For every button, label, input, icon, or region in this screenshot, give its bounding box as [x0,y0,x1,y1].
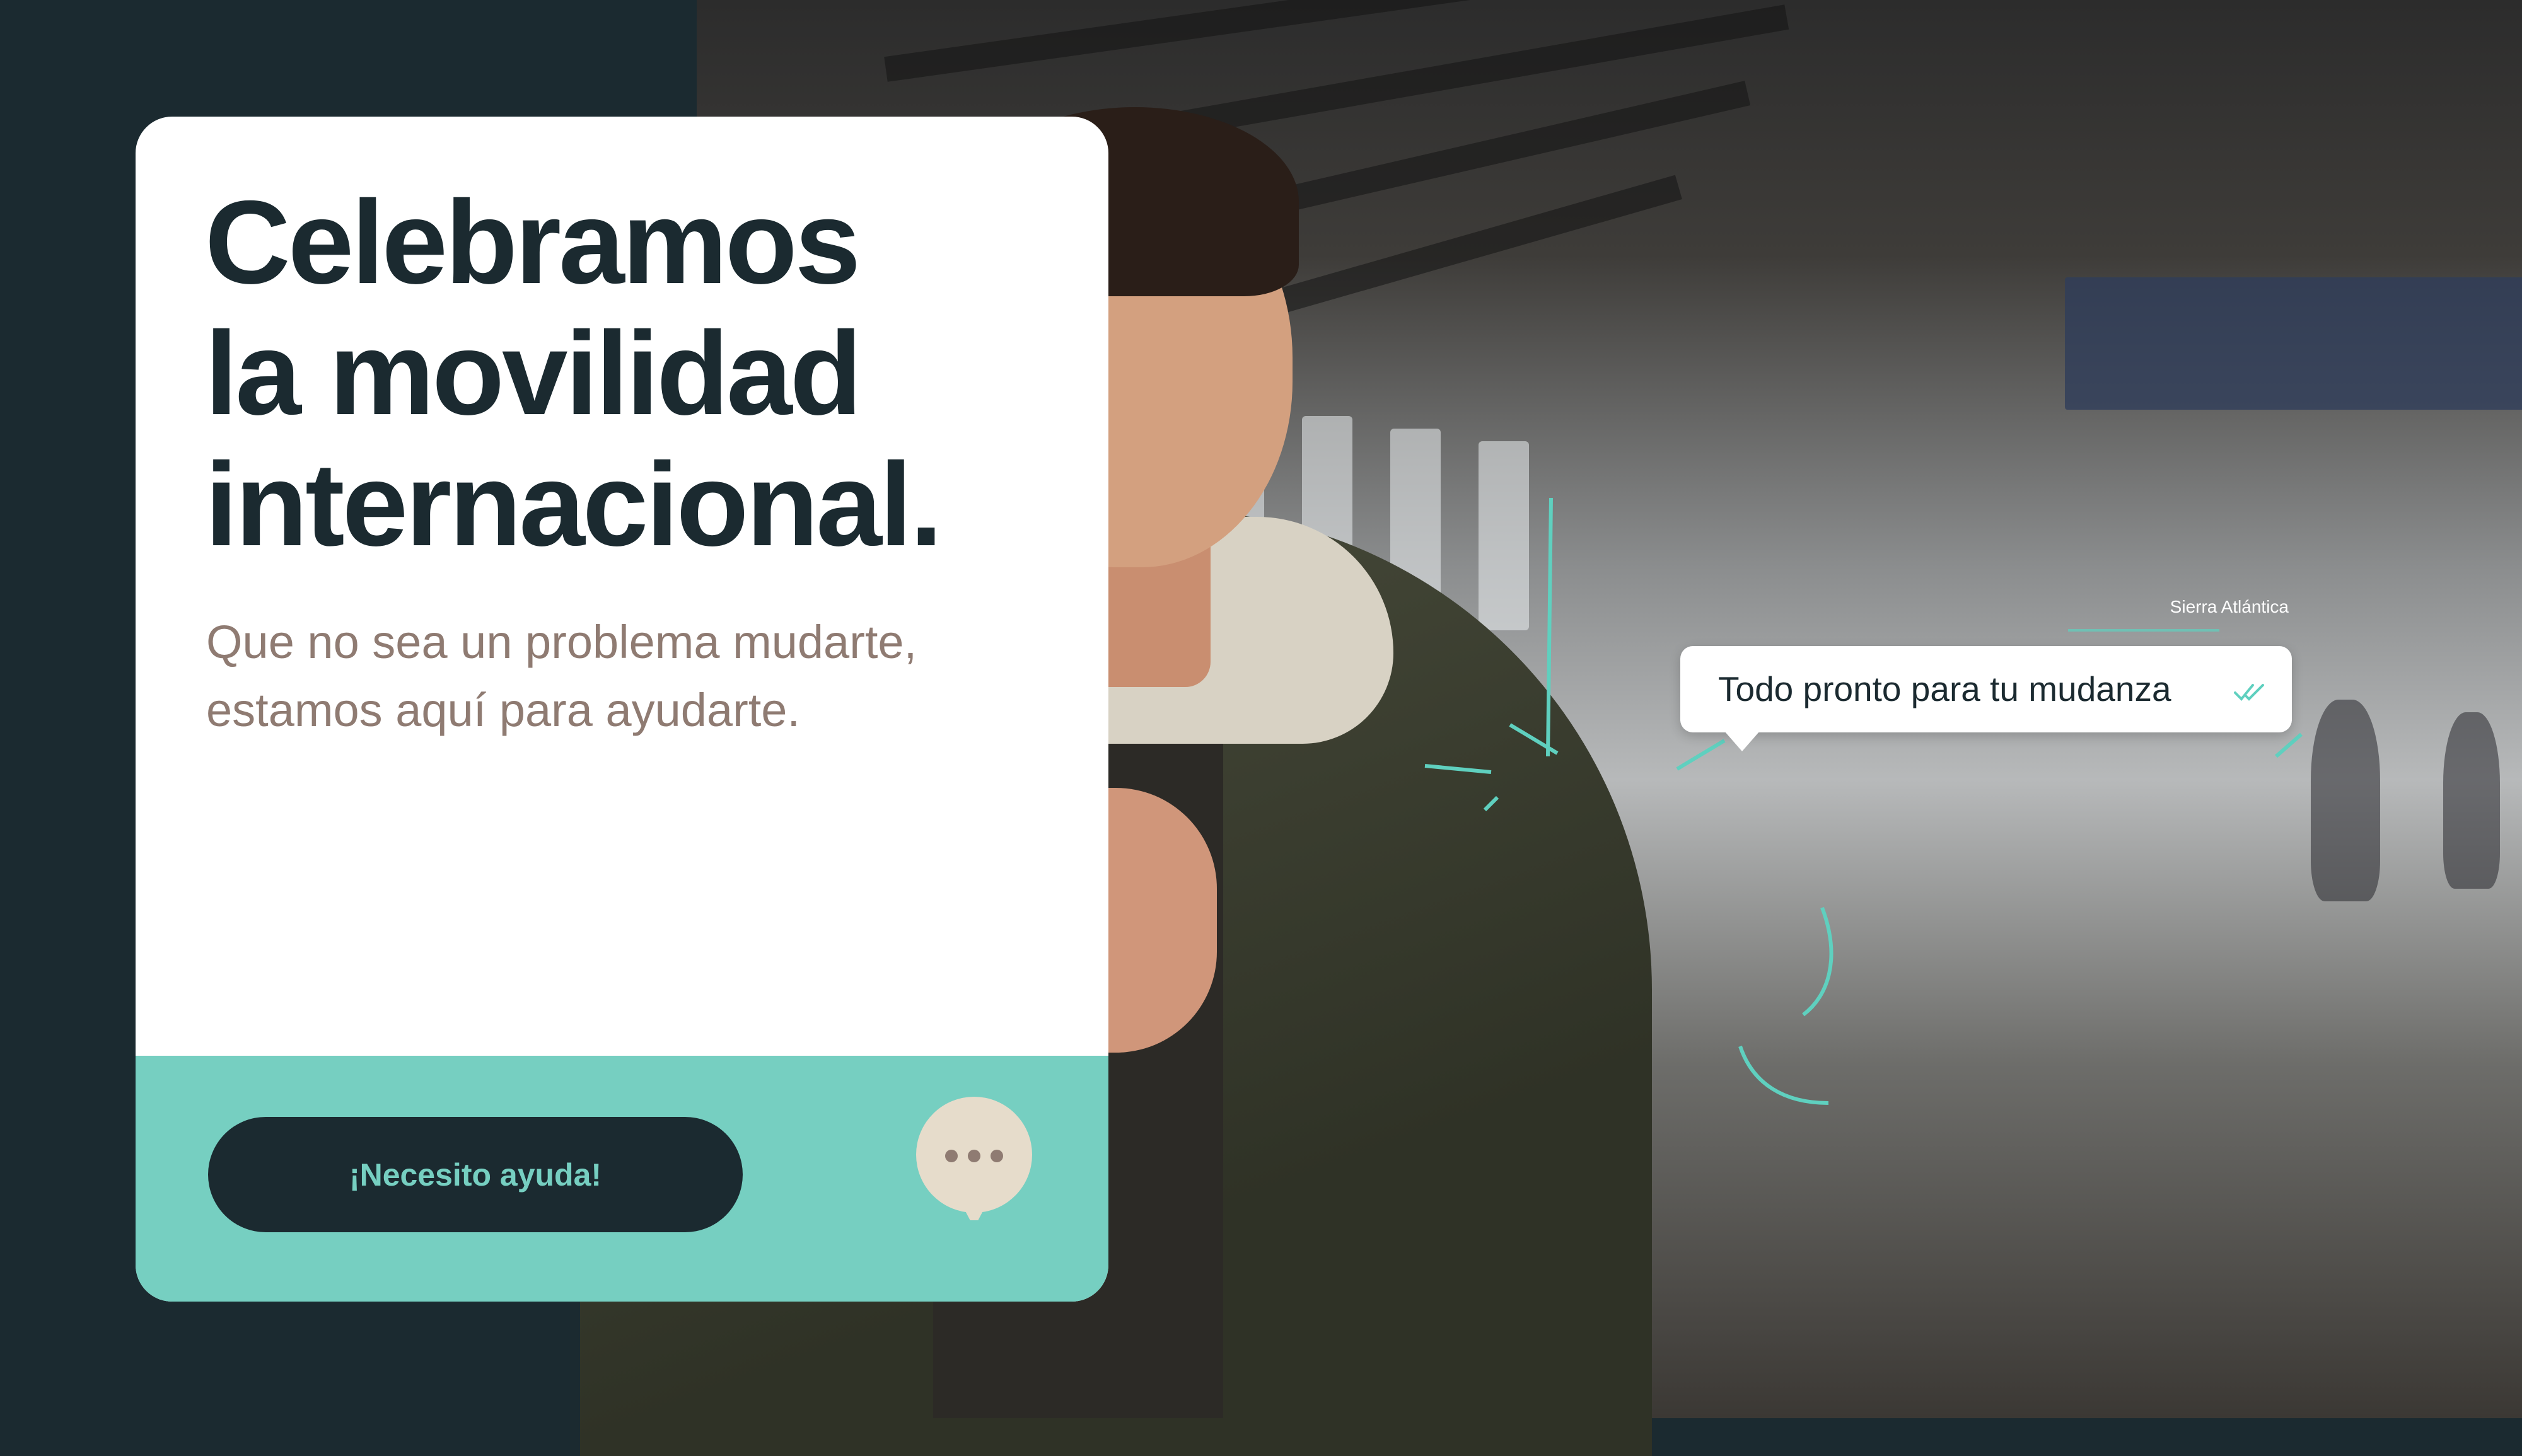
chat-message-bubble: Todo pronto para tu mudanza [1680,646,2292,751]
chat-message-text: Todo pronto para tu mudanza [1718,669,2171,708]
station-sign [2065,277,2522,410]
chat-sender-name: Sierra Atlántica [2170,597,2289,616]
hero-card: Celebramos la movilidad internacional. Q… [136,117,1108,1302]
headline-line-2: la movilidad [205,307,863,439]
headline: Celebramos la movilidad internacional. [205,176,1088,570]
card-footer: ¡Necesito ayuda! [136,1056,1108,1302]
headline-line-3: internacional. [205,438,943,570]
headline-line-1: Celebramos [205,176,861,308]
subtitle-line-1: Que no sea un problema mudarte, [206,616,917,668]
subtitle-line-2: estamos aquí para ayudarte. [206,684,801,736]
subtitle: Que no sea un problema mudarte, estamos … [206,608,1089,744]
double-check-icon [2234,684,2264,701]
chat-dots-icon[interactable] [912,1097,1036,1220]
need-help-button[interactable]: ¡Necesito ayuda! [208,1117,743,1232]
